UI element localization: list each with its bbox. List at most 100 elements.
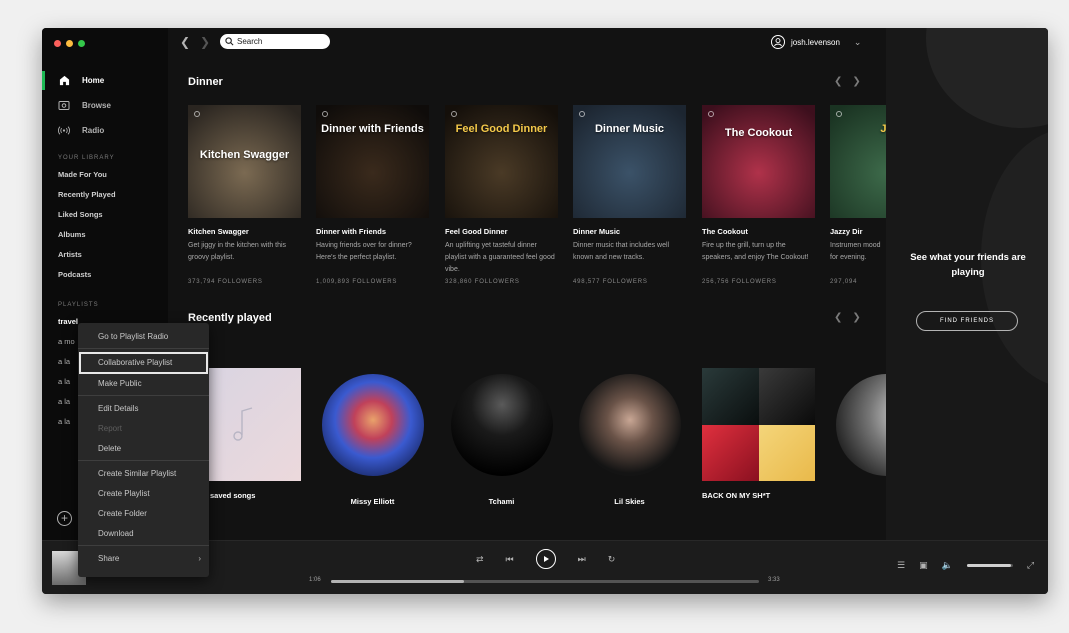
playlist-cover: The Cookout	[702, 105, 815, 218]
friends-message: See what your friends are playing	[910, 252, 1026, 278]
nav-home-label: Home	[82, 76, 105, 85]
library-item-artists[interactable]: Artists	[58, 248, 116, 268]
menu-item-label: Share	[98, 554, 120, 563]
card-description: An uplifting yet tasteful dinner playlis…	[445, 242, 555, 273]
library-item-made-for-you[interactable]: Made For You	[58, 168, 116, 188]
volume-controls: ☰ ▣ 🔈 ⤢	[897, 560, 1034, 571]
menu-item-label: Delete	[98, 444, 122, 453]
playlist-context-menu: Go to Playlist Radio Collaborative Playli…	[78, 323, 209, 577]
menu-item-create-playlist[interactable]: Create Playlist	[78, 484, 209, 504]
card-followers: 498,577 FOLLOWERS	[573, 279, 648, 285]
playlist-card[interactable]: Dinner with Friends Dinner with Friends Ha…	[316, 105, 429, 285]
nav-browse[interactable]: Browse	[42, 93, 168, 118]
recent-item-back-on-my-sht[interactable]: BACK ON MY SH*T	[702, 368, 815, 500]
recent-item-lil-skies[interactable]: Lil Skies	[573, 368, 686, 506]
card-title[interactable]: Jazzy Dir	[830, 227, 886, 236]
progress-bar[interactable]	[331, 580, 759, 583]
chevron-down-icon: ⌄	[853, 36, 862, 47]
shuffle-icon[interactable]: ⇄	[476, 554, 484, 565]
card-followers: 297,094	[830, 279, 858, 285]
progress-fill	[331, 580, 464, 583]
nav-browse-label: Browse	[82, 101, 111, 110]
top-bar: ❮ ❯ Search josh.levenson ⌄	[168, 28, 886, 58]
library-item-liked-songs[interactable]: Liked Songs	[58, 208, 116, 228]
recent-item-name: Missy Elliott	[350, 497, 395, 506]
next-icon[interactable]: ⏭	[578, 554, 586, 565]
previous-icon[interactable]: ⏮	[506, 554, 514, 565]
elapsed-time: 1:06	[309, 577, 321, 583]
minimize-window-button[interactable]	[66, 40, 73, 47]
menu-item-delete[interactable]: Delete	[78, 439, 209, 459]
playlist-card[interactable]: The Cookout The Cookout Fire up the grill,…	[702, 105, 815, 285]
card-description: Instrumen mood for evening.	[830, 242, 881, 261]
recent-item-partial[interactable]	[830, 368, 886, 487]
menu-item-label: Create Folder	[98, 509, 147, 518]
cover-badge-icon	[451, 111, 457, 117]
nav-radio-label: Radio	[82, 126, 105, 135]
card-description: Get jiggy in the kitchen with this groov…	[188, 242, 287, 261]
user-menu[interactable]: josh.levenson ⌄	[771, 35, 861, 49]
menu-item-create-similar-playlist[interactable]: Create Similar Playlist	[78, 464, 209, 484]
cover-text: Kitchen Swagger	[199, 149, 290, 161]
playlist-cover: Ja	[830, 105, 886, 218]
forward-arrow-icon[interactable]: ❯	[200, 35, 210, 49]
card-followers: 256,756 FOLLOWERS	[702, 279, 777, 285]
library-item-recently-played[interactable]: Recently Played	[58, 188, 116, 208]
playlist-card[interactable]: Feel Good Dinner Feel Good Dinner An uplif…	[445, 105, 558, 285]
menu-item-download[interactable]: Download	[78, 524, 209, 544]
menu-item-create-folder[interactable]: Create Folder	[78, 504, 209, 524]
playback-controls: ⇄ ⏮ ⏭ ↻	[476, 549, 615, 569]
menu-item-go-to-playlist-radio[interactable]: Go to Playlist Radio	[78, 327, 209, 347]
playlist-card[interactable]: Kitchen Swagger Kitchen Swagger Get jiggy …	[188, 105, 301, 285]
find-friends-button[interactable]: FIND FRIENDS	[916, 311, 1018, 331]
menu-item-collaborative-playlist[interactable]: Collaborative Playlist	[79, 352, 208, 374]
devices-icon[interactable]: ▣	[919, 560, 928, 571]
queue-icon[interactable]: ☰	[897, 560, 905, 571]
duration-time: 3:33	[768, 577, 780, 583]
playlist-cover: Kitchen Swagger	[188, 105, 301, 218]
card-title[interactable]: Dinner with Friends	[316, 227, 429, 236]
recent-item-tchami[interactable]: Tchami	[445, 368, 558, 506]
nav-home[interactable]: Home	[42, 68, 168, 93]
card-title[interactable]: Dinner Music	[573, 227, 686, 236]
recent-item-missy-elliott[interactable]: Missy Elliott	[316, 368, 429, 506]
menu-separator	[78, 545, 209, 546]
playlist-card[interactable]: Ja Jazzy Dir Instrumen mood for evening. 29…	[830, 105, 886, 285]
volume-icon[interactable]: 🔈	[942, 560, 953, 571]
main-content: Dinner ❮❯ Kitchen Swagger Kitchen Swagger…	[168, 58, 886, 540]
new-playlist-plus-icon[interactable]: +	[57, 511, 72, 526]
card-title[interactable]: The Cookout	[702, 227, 815, 236]
card-followers: 1,009,893 FOLLOWERS	[316, 279, 398, 285]
card-title[interactable]: Kitchen Swagger	[188, 227, 301, 236]
menu-item-edit-details[interactable]: Edit Details	[78, 399, 209, 419]
back-arrow-icon[interactable]: ❮	[180, 35, 190, 49]
library-item-podcasts[interactable]: Podcasts	[58, 268, 116, 288]
recent-item-name: Tchami	[488, 497, 515, 506]
recent-carousel-arrows[interactable]: ❮❯	[834, 312, 871, 323]
menu-item-share[interactable]: Share ›	[78, 549, 209, 569]
repeat-icon[interactable]: ↻	[608, 554, 616, 565]
maximize-window-button[interactable]	[78, 40, 85, 47]
artist-photo	[321, 374, 424, 476]
play-button[interactable]	[535, 549, 556, 569]
card-description: Fire up the grill, turn up the speakers,…	[702, 242, 809, 261]
dinner-carousel-arrows[interactable]: ❮❯	[834, 76, 871, 87]
library-item-albums[interactable]: Albums	[58, 228, 116, 248]
card-title[interactable]: Feel Good Dinner	[445, 227, 558, 236]
volume-slider[interactable]	[966, 564, 1013, 567]
play-icon	[543, 556, 549, 562]
playlist-card[interactable]: Dinner Music Dinner Music Dinner music tha…	[573, 105, 686, 285]
cover-text: Dinner Music	[594, 123, 665, 135]
window-controls	[54, 40, 85, 47]
dinner-section-title: Dinner	[188, 76, 223, 88]
menu-item-label: Create Similar Playlist	[98, 469, 177, 478]
cover-badge-icon	[194, 111, 200, 117]
album-mosaic	[702, 368, 815, 481]
recent-item-name: BACK ON MY SH*T	[702, 491, 771, 500]
search-input[interactable]: Search	[220, 34, 330, 49]
menu-item-make-public[interactable]: Make Public	[78, 374, 209, 394]
close-window-button[interactable]	[54, 40, 61, 47]
fullscreen-icon[interactable]: ⤢	[1027, 560, 1034, 571]
cover-text: Dinner with Friends	[321, 123, 424, 135]
nav-radio[interactable]: Radio	[42, 118, 168, 143]
